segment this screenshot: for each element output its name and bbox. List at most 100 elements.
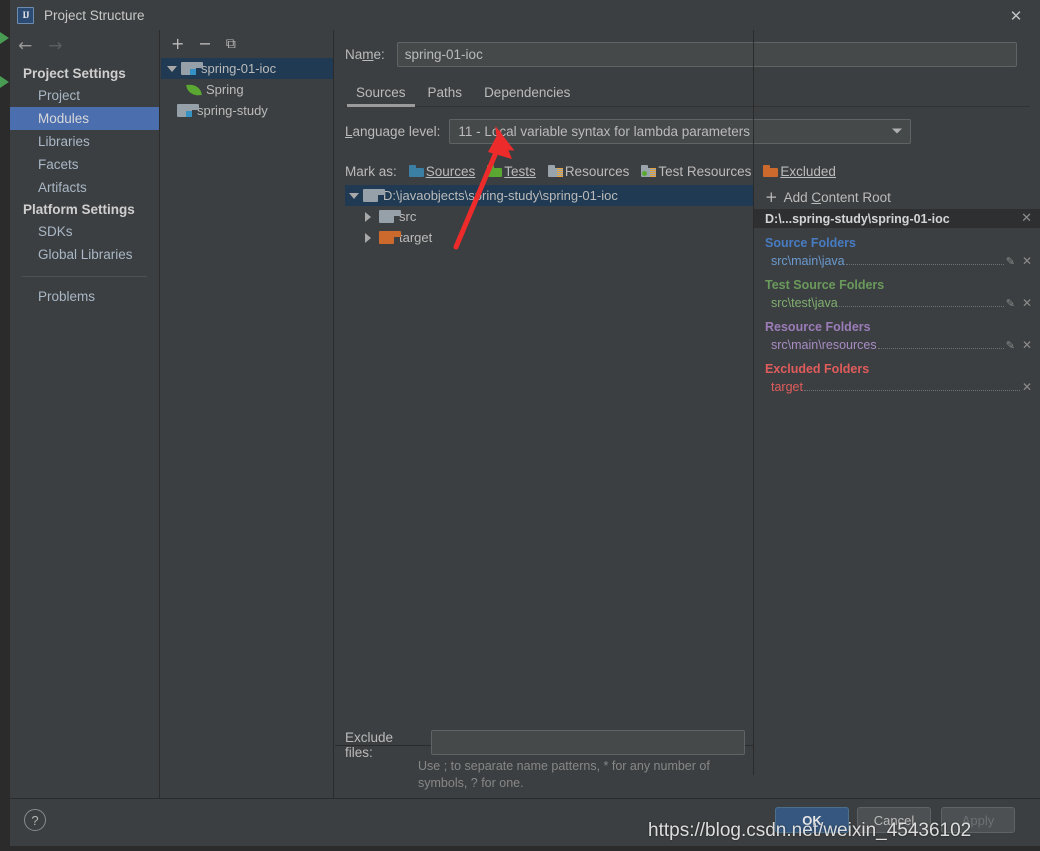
sidebar-item-problems[interactable]: Problems — [10, 285, 159, 308]
module-folder-icon — [177, 104, 199, 117]
module-name-row: Name: spring-01-ioc — [345, 40, 1030, 68]
edit-icon[interactable]: ✎ — [1006, 297, 1015, 310]
module-label: spring-01-ioc — [201, 61, 277, 76]
language-level-label: Language level: — [345, 123, 441, 139]
resource-folder-path: src\main\resources — [771, 338, 877, 352]
add-module-button[interactable]: + — [171, 36, 184, 52]
excluded-folders-title: Excluded Folders — [765, 362, 870, 376]
sidebar-group-project-settings: Project Settings — [23, 66, 126, 81]
close-icon[interactable]: ✕ — [1006, 6, 1026, 26]
mark-as-tests-button[interactable]: Tests — [487, 164, 536, 179]
mark-as-resources-label: Resources — [564, 163, 630, 179]
source-folder-row[interactable]: src\main\java ✎ ✕ — [765, 252, 1040, 270]
resource-folders-section: Resource Folders src\main\resources ✎ ✕ — [754, 320, 1040, 354]
remove-icon[interactable]: ✕ — [1022, 296, 1032, 310]
sidebar-item-modules[interactable]: Modules — [10, 107, 159, 130]
excluded-folder-row[interactable]: target ✕ — [765, 378, 1040, 396]
tab-dependencies[interactable]: Dependencies — [473, 85, 581, 106]
watermark-text: https://blog.csdn.net/weixin_45436102 — [648, 820, 972, 841]
remove-icon[interactable]: ✕ — [1022, 254, 1032, 268]
remove-icon[interactable]: ✕ — [1022, 338, 1032, 352]
add-content-root-button[interactable]: + Add Content Root — [754, 185, 1040, 209]
mark-as-excluded-button[interactable]: Excluded — [763, 164, 836, 179]
spring-leaf-icon — [186, 82, 202, 97]
sidebar-group-platform-settings: Platform Settings — [23, 202, 135, 217]
edit-icon[interactable]: ✎ — [1006, 339, 1015, 352]
tree-item-label: D:\javaobjects\spring-study\spring-01-io… — [383, 188, 618, 203]
module-tree-item-spring-01-ioc[interactable]: spring-01-ioc — [161, 58, 333, 79]
gutter-marker-icon — [0, 32, 9, 44]
remove-icon[interactable]: ✕ — [1022, 380, 1032, 394]
tree-item-label: target — [399, 230, 433, 245]
row-dots — [877, 339, 1004, 349]
test-resources-folder-icon — [641, 165, 657, 177]
language-level-row: Language level: 11 - Local variable synt… — [345, 118, 1030, 144]
excluded-folder-icon — [379, 231, 401, 244]
edit-icon[interactable]: ✎ — [1006, 255, 1015, 268]
copy-module-button[interactable]: ⧉ — [226, 37, 236, 51]
project-structure-dialog: IJ Project Structure ✕ ← → Project Setti… — [0, 0, 1040, 851]
module-label: spring-study — [197, 103, 268, 118]
module-folder-icon — [181, 62, 203, 75]
tree-item-target[interactable]: target — [345, 227, 765, 248]
sidebar-item-sdks[interactable]: SDKs — [10, 220, 159, 243]
content-root-path: D:\...spring-study\spring-01-ioc — [765, 211, 950, 226]
mark-as-sources-button[interactable]: Sources — [408, 164, 475, 179]
mark-as-resources-button[interactable]: Resources — [547, 163, 630, 179]
remove-module-button[interactable]: − — [198, 36, 211, 52]
excluded-folders-section: Excluded Folders target ✕ — [754, 362, 1040, 396]
modules-list-panel: + − ⧉ spring-01-ioc Spring spring-study — [161, 30, 334, 798]
mark-as-toolbar: Mark as: Sources Tests Resources Test Re… — [345, 160, 1030, 182]
sidebar-divider — [22, 276, 147, 277]
facet-label: Spring — [206, 82, 244, 97]
forward-arrow-icon[interactable]: → — [48, 38, 62, 55]
screen-bottom-strip — [0, 846, 1040, 851]
mark-as-test-resources-button[interactable]: Test Resources — [641, 164, 751, 179]
sidebar-item-project[interactable]: Project — [10, 84, 159, 107]
editor-gutter-strip — [0, 0, 10, 851]
chevron-down-icon[interactable] — [349, 192, 359, 199]
tree-item-content-root[interactable]: D:\javaobjects\spring-study\spring-01-io… — [345, 185, 765, 206]
test-source-folder-path: src\test\java — [771, 296, 838, 310]
source-folders-title: Source Folders — [765, 236, 856, 250]
tree-item-src[interactable]: src — [345, 206, 765, 227]
language-level-select[interactable]: 11 - Local variable syntax for lambda pa… — [449, 118, 912, 144]
name-label: Name: — [345, 46, 385, 62]
module-detail-panel: Name: spring-01-ioc Sources Paths Depend… — [335, 30, 1040, 798]
chevron-down-icon[interactable] — [167, 65, 177, 72]
exclude-files-input[interactable] — [430, 730, 745, 755]
module-name-input[interactable]: spring-01-ioc — [396, 41, 1017, 67]
exclude-files-hint: Use ; to separate name patterns, * for a… — [418, 759, 710, 790]
chevron-right-icon[interactable] — [365, 232, 371, 243]
remove-content-root-icon[interactable]: ✕ — [1021, 211, 1032, 226]
tab-sources[interactable]: Sources — [345, 85, 417, 107]
content-root-header: D:\...spring-study\spring-01-ioc ✕ — [754, 209, 1040, 228]
excluded-folder-icon — [763, 165, 779, 177]
sidebar-item-libraries[interactable]: Libraries — [10, 130, 159, 153]
plus-icon: + — [765, 187, 778, 206]
test-source-folders-title: Test Source Folders — [765, 278, 885, 292]
test-source-folders-section: Test Source Folders src\test\java ✎ ✕ — [754, 278, 1040, 312]
resource-folder-row[interactable]: src\main\resources ✎ ✕ — [765, 336, 1040, 354]
folder-icon — [363, 189, 385, 202]
module-tree-item-spring[interactable]: Spring — [161, 79, 333, 100]
app-logo-icon: IJ — [17, 6, 34, 24]
sidebar-item-global-libraries[interactable]: Global Libraries — [10, 243, 159, 266]
title-bar: IJ Project Structure ✕ — [10, 0, 1040, 30]
row-dots — [803, 381, 1020, 391]
test-source-folder-row[interactable]: src\test\java ✎ ✕ — [765, 294, 1040, 312]
excluded-folder-path: target — [771, 380, 803, 394]
back-arrow-icon[interactable]: ← — [18, 38, 32, 55]
language-level-value: 11 - Local variable syntax for lambda pa… — [458, 123, 750, 139]
tab-paths[interactable]: Paths — [417, 85, 474, 106]
sidebar-item-facets[interactable]: Facets — [10, 153, 159, 176]
mark-as-label: Mark as: — [345, 163, 397, 179]
chevron-right-icon[interactable] — [365, 211, 371, 222]
sidebar-nav-arrows: ← → — [10, 30, 159, 63]
settings-sidebar: ← → Project Settings Project Modules Lib… — [10, 30, 160, 798]
module-tree-item-spring-study[interactable]: spring-study — [161, 100, 333, 121]
help-button[interactable]: ? — [24, 809, 46, 831]
gutter-marker-icon — [0, 76, 9, 88]
sidebar-item-artifacts[interactable]: Artifacts — [10, 176, 159, 199]
mark-as-test-resources-label: Test Resources — [658, 163, 752, 179]
